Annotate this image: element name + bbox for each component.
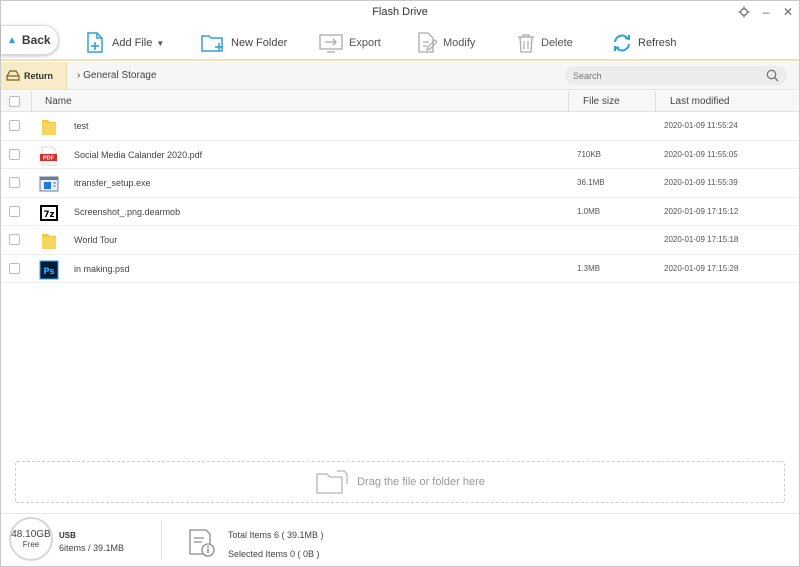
file-name: World Tour [74, 235, 118, 245]
svg-text:PDF: PDF [43, 155, 55, 161]
back-label: Back [21, 33, 51, 47]
row-checkbox[interactable] [9, 120, 20, 131]
file-size: 36.1MB [577, 178, 605, 187]
file-name: test [74, 121, 89, 131]
device-info: 6items / 39.1MB [59, 543, 125, 553]
header-file-size[interactable]: File size [583, 91, 620, 112]
header-name[interactable]: Name [45, 91, 72, 112]
return-icon [6, 70, 20, 81]
folder-icon [42, 234, 56, 249]
table-row[interactable]: 7z Screenshot_.png.dearmob 1.0MB 2020-01… [1, 198, 799, 226]
export-label: Export [349, 37, 381, 49]
export-icon [319, 34, 343, 53]
export-button[interactable]: Export [319, 29, 381, 57]
back-button[interactable]: ▲ Back [1, 25, 59, 55]
minimize-icon[interactable]: – [755, 1, 777, 23]
free-space-gauge: 48.10GB Free [9, 517, 53, 561]
delete-label: Delete [541, 37, 573, 49]
table-row[interactable]: test 2020-01-09 11:55:24 [1, 112, 799, 141]
modify-label: Modify [443, 37, 476, 49]
folder-icon [42, 120, 56, 135]
nav-bar: Return › General Storage [1, 62, 799, 90]
refresh-icon [614, 34, 630, 52]
file-modified: 2020-01-09 11:55:24 [664, 121, 738, 130]
modify-icon [418, 32, 437, 53]
row-checkbox[interactable] [9, 177, 20, 188]
total-items: Total Items 6 ( 39.1MB ) [228, 530, 324, 540]
app-window: Flash Drive – ✕ ▲ Back Add File ▼ New Fo… [0, 0, 800, 567]
table-row[interactable]: PDF Social Media Calander 2020.pdf 710KB… [1, 141, 799, 169]
file-name: itransfer_setup.exe [74, 178, 151, 188]
file-size: 1.0MB [577, 206, 601, 216]
file-size: 1.3MB [577, 263, 601, 273]
file-size: 710KB [577, 149, 602, 159]
chevron-right-icon: › [77, 70, 81, 81]
close-icon[interactable]: ✕ [777, 1, 799, 23]
breadcrumb-item: General Storage [83, 70, 157, 81]
toolbar: ▲ Back Add File ▼ New Folder Export Modi… [1, 23, 799, 61]
return-button[interactable]: Return [1, 62, 67, 89]
device-name: USB [59, 531, 76, 540]
status-bar: 48.10GB Free USB 6items / 39.1MB Total I… [1, 513, 799, 566]
drop-zone-text: Drag the file or folder here [357, 476, 485, 488]
file-info-icon [189, 529, 215, 557]
exe-icon [39, 176, 59, 192]
svg-text:7z: 7z [44, 210, 55, 220]
row-checkbox[interactable] [9, 234, 20, 245]
drop-folder-icon [316, 470, 348, 494]
row-checkbox[interactable] [9, 205, 20, 217]
refresh-label: Refresh [638, 37, 677, 49]
new-folder-label: New Folder [231, 37, 288, 49]
file-modified: 2020-01-09 17:15:18 [664, 235, 739, 244]
row-checkbox[interactable] [9, 148, 20, 160]
add-file-label: Add File [112, 37, 153, 49]
table-header: Name File size Last modified [1, 91, 799, 112]
window-title: Flash Drive [372, 6, 428, 18]
file-name: Screenshot_.png.dearmob [74, 206, 181, 217]
row-checkbox[interactable] [9, 262, 20, 274]
add-file-button[interactable]: Add File ▼ [86, 29, 164, 57]
file-name: in making.psd [74, 263, 130, 274]
settings-icon[interactable] [733, 1, 755, 23]
table-row[interactable]: Ps in making.psd 1.3MB 2020-01-09 17:15:… [1, 255, 799, 283]
drop-zone[interactable]: Drag the file or folder here [15, 461, 785, 503]
title-bar: Flash Drive [1, 1, 799, 23]
psd-icon: Ps [39, 260, 59, 279]
status-divider [161, 520, 162, 560]
trash-icon [518, 34, 534, 53]
7z-icon: 7z [40, 204, 58, 221]
delete-button[interactable]: Delete [517, 29, 573, 57]
new-folder-icon [201, 35, 223, 52]
file-name: Social Media Calander 2020.pdf [74, 149, 203, 160]
refresh-button[interactable]: Refresh [612, 29, 677, 57]
search-icon[interactable] [766, 69, 779, 82]
file-modified: 2020-01-09 17:15:12 [664, 206, 739, 216]
search-input[interactable] [573, 66, 758, 85]
add-file-icon [87, 32, 103, 53]
file-table: Name File size Last modified test 2020-0… [1, 91, 799, 283]
pdf-icon: PDF [40, 146, 57, 165]
free-space-value: 48.10GB [11, 529, 51, 540]
modify-button[interactable]: Modify [417, 29, 475, 57]
free-space-label: Free [22, 540, 40, 549]
file-modified: 2020-01-09 11:55:05 [664, 149, 738, 159]
table-row[interactable]: itransfer_setup.exe 36.1MB 2020-01-09 11… [1, 169, 799, 198]
file-modified: 2020-01-09 11:55:39 [664, 178, 738, 187]
table-row[interactable]: World Tour 2020-01-09 17:15:18 [1, 226, 799, 255]
return-label: Return [24, 70, 53, 81]
search-box [565, 66, 787, 85]
back-arrow-icon: ▲ [7, 34, 17, 46]
svg-text:Ps: Ps [43, 267, 54, 277]
window-controls: – ✕ [733, 1, 799, 23]
header-last-modified[interactable]: Last modified [670, 91, 729, 112]
chevron-down-icon: ▼ [156, 38, 165, 48]
new-folder-button[interactable]: New Folder [201, 29, 287, 57]
select-all-checkbox[interactable] [9, 96, 20, 107]
file-modified: 2020-01-09 17:15:28 [664, 263, 739, 273]
breadcrumb[interactable]: › General Storage [77, 62, 157, 89]
selected-items: Selected Items 0 ( 0B ) [228, 549, 320, 559]
